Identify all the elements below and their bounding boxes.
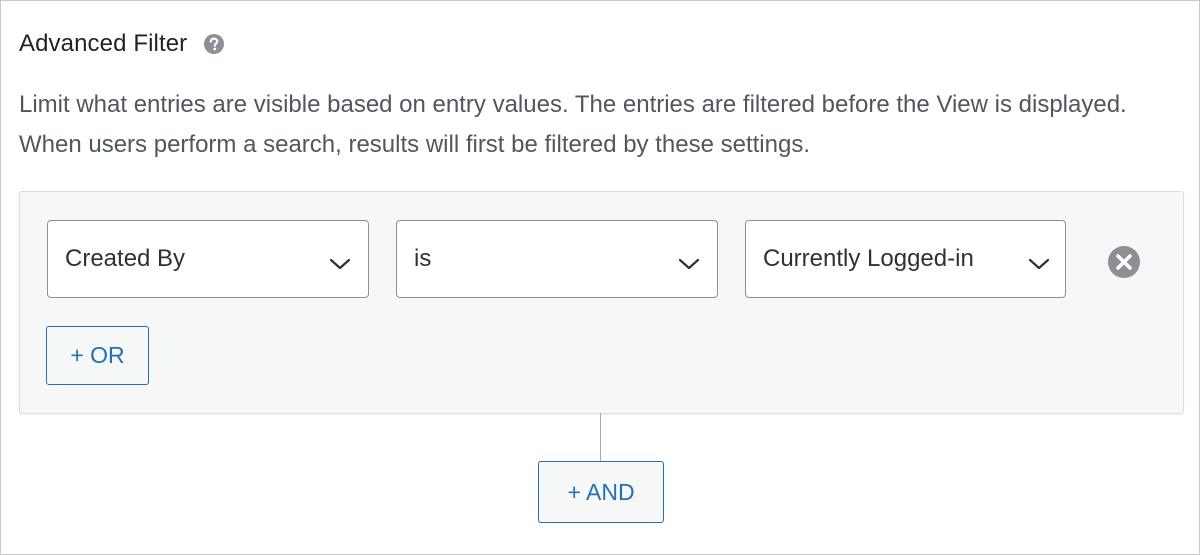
and-connector-line xyxy=(600,413,601,461)
operator-select-value: is xyxy=(414,245,432,272)
panel-title: Advanced Filter xyxy=(19,30,188,57)
value-select[interactable]: Currently Logged-in xyxy=(745,220,1066,298)
close-circle-icon[interactable] xyxy=(1107,245,1141,279)
question-circle-icon[interactable] xyxy=(203,33,225,55)
title-row: Advanced Filter xyxy=(19,27,225,61)
chevron-down-icon xyxy=(329,251,351,270)
advanced-filter-panel: Advanced Filter Limit what entries are v… xyxy=(0,0,1200,555)
chevron-down-icon xyxy=(1028,251,1050,270)
field-select-value: Created By xyxy=(65,245,186,272)
operator-select[interactable]: is xyxy=(396,220,718,298)
chevron-down-icon xyxy=(678,251,700,270)
add-or-button[interactable]: + OR xyxy=(46,326,149,385)
filter-condition-group: Created By is Currently Logged-in + OR xyxy=(19,191,1184,414)
value-select-value: Currently Logged-in xyxy=(763,245,974,272)
panel-description: Limit what entries are visible based on … xyxy=(19,91,1127,158)
field-select[interactable]: Created By xyxy=(47,220,369,298)
add-and-button[interactable]: + AND xyxy=(538,461,664,523)
